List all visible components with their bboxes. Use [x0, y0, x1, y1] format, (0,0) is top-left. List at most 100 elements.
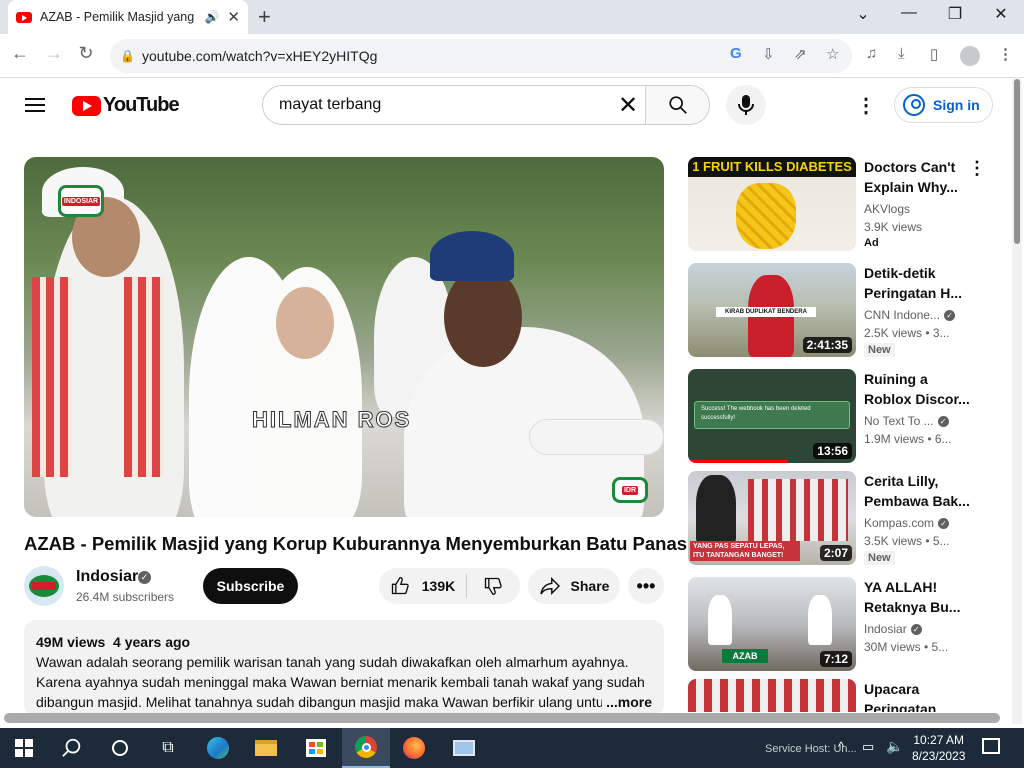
recommendation-channel[interactable]: Kompas.com ✓: [864, 516, 950, 530]
scrollbar-thumb[interactable]: [1014, 79, 1020, 244]
back-icon[interactable]: ←: [8, 43, 32, 64]
recommendation-channel[interactable]: No Text To ... ✓: [864, 414, 949, 428]
thumbnail-person: [708, 595, 732, 645]
reload-icon[interactable]: ↻: [74, 43, 98, 64]
speaker-icon[interactable]: 🔊: [204, 10, 219, 24]
restore-icon[interactable]: ❐: [932, 4, 978, 24]
network-icon[interactable]: ▭: [862, 739, 874, 755]
recommendation-item[interactable]: YANG PAS SEPATU LEPAS, ITU TANTANGAN BAN…: [688, 471, 998, 565]
vertical-scrollbar[interactable]: [1012, 79, 1022, 724]
chrome-menu-icon[interactable]: ⋮: [998, 45, 1013, 63]
firefox-taskbar-button[interactable]: [390, 728, 438, 768]
video-scarf: [32, 277, 72, 477]
youtube-logo[interactable]: YouTube: [72, 94, 180, 117]
recommendation-channel[interactable]: Indosiar ✓: [864, 622, 922, 636]
recommendation-more-icon[interactable]: ⋮: [968, 158, 986, 179]
recommendation-thumbnail[interactable]: 1 FRUIT KILLS DIABETES: [688, 157, 856, 251]
close-tab-icon[interactable]: ✕: [227, 8, 240, 26]
recommendation-views: 1.9M views • 6...: [864, 432, 952, 446]
task-view-icon: ⧉: [162, 739, 174, 756]
control-panel-button[interactable]: [440, 728, 488, 768]
recommendation-thumbnail[interactable]: YANG PAS SEPATU LEPAS, ITU TANTANGAN BAN…: [688, 471, 856, 565]
edge-taskbar-button[interactable]: [194, 728, 242, 768]
browser-toolbar: ← → ↻ 🔒 youtube.com/watch?v=xHEY2yHITQg …: [0, 34, 1024, 78]
start-button[interactable]: [0, 728, 48, 768]
store-button[interactable]: [292, 728, 340, 768]
forward-icon[interactable]: →: [42, 43, 66, 64]
media-controls-icon[interactable]: ♫: [866, 45, 877, 62]
bookmark-star-icon[interactable]: ☆: [826, 45, 839, 63]
search-button[interactable]: [645, 86, 709, 124]
recommendation-thumbnail[interactable]: [688, 679, 856, 712]
share-label: Share: [570, 578, 610, 594]
recommendation-title[interactable]: Upacara Peringatan: [864, 679, 970, 712]
dislike-button[interactable]: [467, 576, 519, 596]
recommendation-thumbnail[interactable]: AZAB 7:12: [688, 577, 856, 671]
video-player[interactable]: HILMAN ROS INDOSIAR IDR: [24, 157, 664, 517]
recommendation-item[interactable]: AZAB 7:12 YA ALLAH! Retaknya Bu... Indos…: [688, 577, 998, 671]
google-lens-icon[interactable]: G: [730, 45, 742, 62]
recommendation-title[interactable]: Ruining a Roblox Discor...: [864, 369, 970, 409]
sign-in-button[interactable]: Sign in: [894, 87, 993, 123]
verified-icon: ✓: [138, 571, 151, 584]
side-panel-icon[interactable]: ▯: [930, 45, 938, 63]
close-window-icon[interactable]: ✕: [978, 4, 1024, 24]
recommendation-views: 30M views • 5...: [864, 640, 949, 654]
browser-tab-strip: AZAB - Pemilik Masjid yang Korup Kuburan…: [0, 0, 1024, 34]
task-view-button[interactable]: ⧉: [144, 728, 192, 768]
recommendation-views: 3.9K views: [864, 220, 923, 234]
voice-search-button[interactable]: [726, 85, 766, 125]
thumbnail-person: [808, 595, 832, 645]
file-explorer-button[interactable]: [242, 728, 290, 768]
video-duration: 2:07: [819, 545, 852, 561]
cortana-button[interactable]: [96, 728, 144, 768]
thumbs-up-icon: [391, 576, 409, 595]
search-icon: [668, 96, 687, 114]
notification-center-icon[interactable]: [982, 738, 1000, 754]
browser-tab[interactable]: AZAB - Pemilik Masjid yang Korup Kuburan…: [8, 0, 248, 34]
share-page-icon[interactable]: ⇗: [794, 45, 807, 63]
show-more-link[interactable]: ...more: [602, 692, 652, 712]
profile-avatar-icon[interactable]: [960, 46, 980, 66]
taskbar-clock[interactable]: 10:27 AM 8/23/2023: [912, 732, 965, 764]
horizontal-scrollbar[interactable]: [4, 713, 1000, 723]
recommendation-item[interactable]: KIRAB DUPLIKAT BENDERA PUSAKA 2:41:35 De…: [688, 263, 998, 357]
video-face: [444, 267, 522, 367]
recommendation-channel[interactable]: AKVlogs: [864, 202, 910, 216]
recommendation-item[interactable]: 1 FRUIT KILLS DIABETES Doctors Can't Exp…: [688, 157, 998, 251]
channel-name[interactable]: Indosiar: [76, 568, 138, 586]
search-input[interactable]: mayat terbang: [263, 86, 611, 124]
volume-icon[interactable]: 🔈: [886, 738, 903, 755]
recommendation-title[interactable]: Doctors Can't Explain Why...: [864, 157, 970, 197]
store-icon: [306, 739, 326, 757]
recommendation-thumbnail[interactable]: KIRAB DUPLIKAT BENDERA PUSAKA 2:41:35: [688, 263, 856, 357]
new-tab-icon[interactable]: +: [258, 4, 271, 30]
chrome-taskbar-button[interactable]: [342, 728, 390, 768]
recommendation-item[interactable]: Upacara Peringatan: [688, 679, 998, 712]
channel-avatar[interactable]: [24, 566, 64, 606]
recommendation-title[interactable]: YA ALLAH! Retaknya Bu...: [864, 577, 970, 617]
share-button[interactable]: Share: [528, 568, 620, 604]
downloads-icon[interactable]: ⤓: [898, 45, 905, 62]
hamburger-menu-icon[interactable]: [25, 98, 45, 112]
clear-search-icon[interactable]: ✕: [611, 86, 645, 124]
minimize-icon[interactable]: —: [886, 4, 932, 22]
tray-chevron-icon[interactable]: ^: [838, 739, 844, 754]
settings-more-icon[interactable]: ⋮: [856, 93, 876, 118]
url-text[interactable]: youtube.com/watch?v=xHEY2yHITQg: [142, 48, 377, 64]
recommendation-item[interactable]: Success! The webhook has been deleted su…: [688, 369, 998, 463]
recommendation-title[interactable]: Cerita Lilly, Pembawa Bak...: [864, 471, 970, 511]
lock-icon[interactable]: 🔒: [120, 49, 142, 63]
like-button[interactable]: 139K: [379, 574, 467, 598]
video-description[interactable]: 49M views 4 years ago Wawan adalah seora…: [24, 620, 664, 716]
subscribe-button[interactable]: Subscribe: [203, 568, 298, 604]
recommendation-thumbnail[interactable]: Success! The webhook has been deleted su…: [688, 369, 856, 463]
video-duration: 2:41:35: [802, 337, 852, 353]
install-app-icon[interactable]: ⇩: [762, 45, 775, 63]
more-actions-button[interactable]: •••: [628, 568, 664, 604]
tab-search-icon[interactable]: ⌄: [840, 4, 886, 24]
recommendation-title[interactable]: Detik-detik Peringatan H...: [864, 263, 970, 303]
clock-date: 8/23/2023: [912, 749, 966, 763]
recommendation-channel[interactable]: CNN Indone... ✓: [864, 308, 956, 322]
search-taskbar-button[interactable]: [48, 728, 96, 768]
